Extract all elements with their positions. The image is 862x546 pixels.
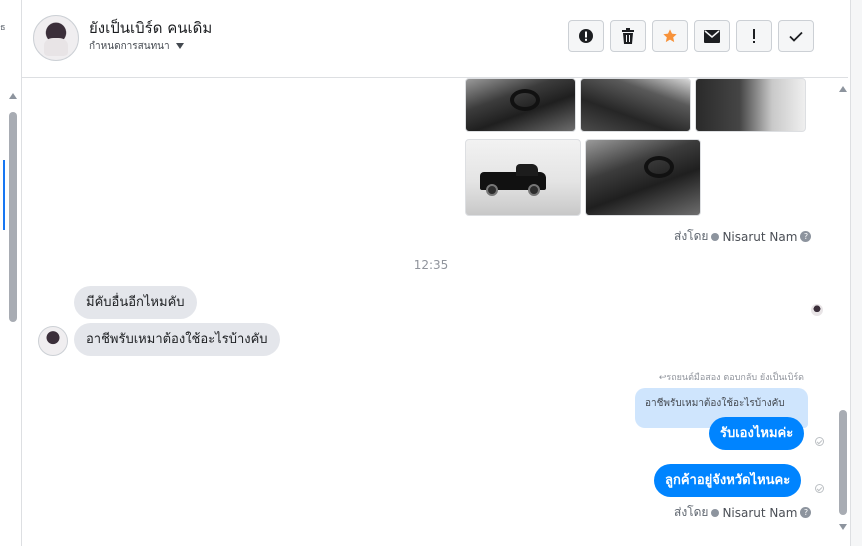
report-button[interactable] — [568, 20, 604, 52]
star-icon — [663, 29, 677, 43]
contact-avatar[interactable] — [33, 15, 79, 61]
conversation-status-dropdown[interactable]: กำหนดการสนทนา — [89, 39, 184, 54]
incoming-message[interactable]: มีคับอื่นอีกไหมคับ — [74, 286, 197, 319]
photo-truck-exterior[interactable] — [465, 139, 581, 216]
sent-by-label: ส่งโดย — [674, 229, 709, 243]
outgoing-message[interactable]: ลูกค้าอยู่จังหวัดไหนคะ — [654, 464, 802, 497]
report-icon — [579, 29, 593, 43]
mark-done-button[interactable] — [778, 20, 814, 52]
sender-name[interactable]: Nisarut Nam — [722, 506, 797, 520]
active-indicator — [3, 160, 5, 230]
verified-icon — [711, 508, 720, 517]
check-icon — [789, 31, 803, 42]
follow-up-button[interactable] — [736, 20, 772, 52]
contact-name[interactable]: ยังเป็นเบิร์ด คนเดิม — [89, 16, 212, 40]
outgoing-message[interactable]: รับเองไหมค่ะ — [709, 417, 805, 450]
conversation-toolbar — [568, 20, 814, 54]
photo-door-interior[interactable] — [695, 78, 806, 132]
scroll-up-arrow[interactable] — [839, 86, 847, 92]
sent-by-line-2: ส่งโดย Nisarut Nam ? — [674, 503, 812, 522]
conversation-header: ยังเป็นเบิร์ด คนเดิม กำหนดการสนทนา — [22, 0, 848, 78]
delivered-icon — [815, 484, 824, 493]
star-button[interactable] — [652, 20, 688, 52]
left-scroll-up-arrow[interactable] — [9, 93, 17, 99]
caret-down-icon — [175, 43, 184, 49]
sent-by-label: ส่งโดย — [674, 505, 709, 519]
delivered-icon — [815, 437, 824, 446]
left-scrollbar-thumb[interactable] — [9, 112, 17, 322]
mail-icon — [704, 29, 720, 43]
photo-interior-dashboard[interactable] — [465, 78, 576, 132]
sent-by-line-1: ส่งโดย Nisarut Nam ? — [674, 227, 812, 246]
exclamation-icon — [753, 29, 755, 43]
reply-caption-prefix: รถยนต์มือสอง — [666, 373, 721, 383]
conversation-status-label: กำหนดการสนทนา — [89, 41, 170, 52]
photo-interior-seats[interactable] — [585, 139, 701, 216]
incoming-message[interactable]: อาชีพรับเหมาต้องใช้อะไรบ้างคับ — [74, 323, 280, 356]
verified-icon — [711, 232, 720, 241]
help-icon[interactable]: ? — [800, 507, 812, 518]
message-scrollbar[interactable] — [836, 78, 850, 546]
window-right-edge — [850, 0, 862, 546]
photo-interior-gearstick[interactable] — [580, 78, 691, 132]
left-panel-edge: ธ — [0, 0, 22, 546]
help-icon[interactable]: ? — [800, 231, 812, 242]
sender-name[interactable]: Nisarut Nam — [722, 230, 797, 244]
seen-by-avatar — [811, 304, 823, 316]
delete-button[interactable] — [610, 20, 646, 52]
trash-icon — [622, 28, 634, 44]
scroll-down-arrow[interactable] — [839, 524, 847, 530]
reply-caption: ↩รถยนต์มือสอง ตอบกลับ ยังเป็นเบิร์ด — [659, 370, 804, 384]
contact-avatar-small — [38, 326, 68, 356]
scrollbar-thumb[interactable] — [839, 410, 847, 515]
reply-caption-text: ตอบกลับ ยังเป็นเบิร์ด — [723, 373, 804, 383]
left-panel-glyph: ธ — [0, 23, 6, 33]
mark-unread-button[interactable] — [694, 20, 730, 52]
message-timestamp: 12:35 — [413, 258, 449, 272]
